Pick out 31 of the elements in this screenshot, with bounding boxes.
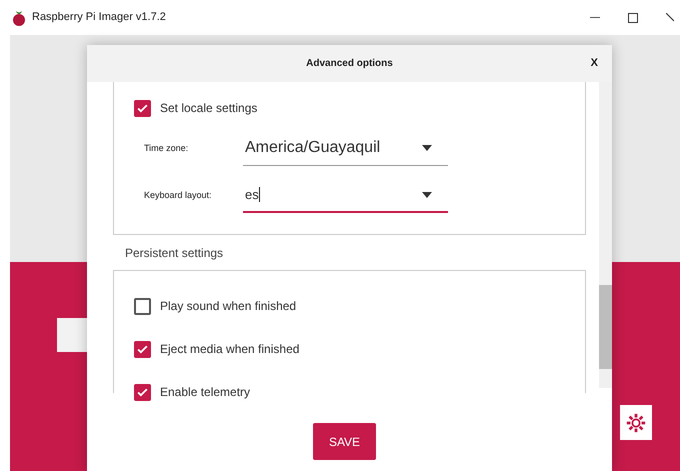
scrollbar[interactable] xyxy=(599,82,612,388)
settings-button[interactable] xyxy=(620,405,652,440)
field-label: Keyboard layout: xyxy=(144,188,213,202)
save-button[interactable]: SAVE xyxy=(313,423,376,460)
checkbox-label: Enable telemetry xyxy=(160,384,250,401)
checkmark-icon xyxy=(136,102,149,114)
checkbox[interactable] xyxy=(134,100,151,116)
dropdown-field[interactable]: es xyxy=(243,178,448,213)
checkbox[interactable] xyxy=(134,298,151,314)
window-title: Raspberry Pi Imager v1.7.2 xyxy=(32,10,166,26)
checkmark-icon xyxy=(136,342,149,356)
gear-icon xyxy=(625,412,647,434)
checkmark-icon xyxy=(136,386,149,398)
scrollbar-thumb[interactable] xyxy=(599,285,612,369)
text-cursor xyxy=(258,187,260,202)
checkbox-label: Play sound when finished xyxy=(160,298,296,315)
dropdown-field[interactable]: America/Guayaquil xyxy=(243,131,448,166)
checkbox[interactable] xyxy=(134,340,151,358)
raspberry-icon xyxy=(12,10,26,26)
checkbox[interactable] xyxy=(134,384,151,400)
maximize-icon[interactable] xyxy=(628,12,638,22)
checkbox-label: Eject media when finished xyxy=(160,341,300,358)
dropdown-caret-icon xyxy=(422,192,432,198)
dialog-title: Advanced options xyxy=(306,57,393,71)
field-value: es xyxy=(245,186,259,204)
checkbox-label: Set locale settings xyxy=(160,100,258,117)
close-button[interactable]: X xyxy=(590,55,598,72)
field-value: America/Guayaquil xyxy=(245,138,380,158)
section-title: Persistent settings xyxy=(125,245,224,262)
dropdown-caret-icon xyxy=(422,145,432,151)
field-label: Time zone: xyxy=(144,142,190,155)
